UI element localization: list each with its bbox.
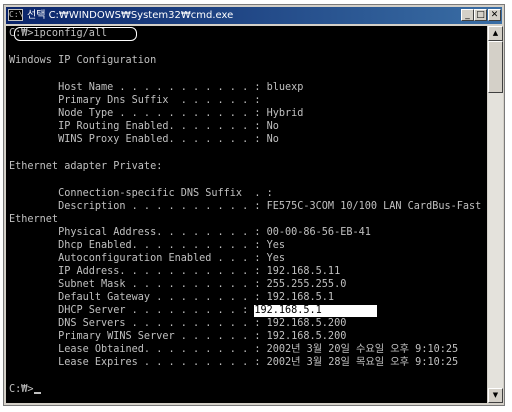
vertical-scrollbar[interactable]: ▲ ▼ bbox=[488, 26, 503, 403]
console-output[interactable]: C:₩>ipconfig/all Windows IP Configuratio… bbox=[6, 26, 487, 403]
console-line: Host Name . . . . . . . . . . . : bluexp bbox=[9, 82, 304, 93]
console-line: Dhcp Enabled. . . . . . . . . . : Yes bbox=[9, 240, 286, 251]
close-button[interactable]: ✕ bbox=[488, 9, 501, 21]
console-line: Lease Expires . . . . . . . . . : 2002년 … bbox=[9, 357, 459, 368]
minimize-button[interactable]: _ bbox=[461, 9, 474, 21]
arrow-up-icon: ▲ bbox=[492, 29, 499, 37]
close-icon: ✕ bbox=[490, 10, 499, 20]
console-line: Ethernet adapter Private: bbox=[9, 161, 163, 172]
console-line: IP Routing Enabled. . . . . . . : No bbox=[9, 121, 279, 132]
scrollbar-thumb[interactable] bbox=[488, 41, 503, 93]
console-line: WINS Proxy Enabled. . . . . . . : No bbox=[9, 134, 279, 145]
scroll-down-button[interactable]: ▼ bbox=[488, 388, 503, 403]
final-prompt-line: C:₩> bbox=[9, 383, 41, 396]
console-line: Default Gateway . . . . . . . . : 192.16… bbox=[9, 292, 335, 303]
window-title: 선택 C:₩WINDOWS₩System32₩cmd.exe bbox=[27, 10, 234, 21]
console-line: Subnet Mask . . . . . . . . . . : 255.25… bbox=[9, 279, 347, 290]
console-line: Primary Dns Suffix . . . . . . : bbox=[9, 95, 261, 106]
console-line: Lease Obtained. . . . . . . . . : 2002년 … bbox=[9, 344, 459, 355]
dhcp-server-line: DHCP Server . . . . . . . . . : 192.168.… bbox=[9, 304, 378, 317]
console-line: DNS Servers . . . . . . . . . . : 192.16… bbox=[9, 318, 347, 329]
scroll-up-button[interactable]: ▲ bbox=[488, 26, 503, 41]
console-line: Physical Address. . . . . . . . : 00-00-… bbox=[9, 227, 371, 238]
dhcp-server-label: DHCP Server . . . . . . . . . : bbox=[9, 305, 255, 316]
text-cursor bbox=[33, 392, 41, 394]
console-line: Ethernet bbox=[9, 214, 59, 225]
console-line: Windows IP Configuration bbox=[9, 55, 157, 66]
final-prompt: C:₩> bbox=[9, 384, 34, 395]
console-line: Node Type . . . . . . . . . . . : Hybrid bbox=[9, 108, 304, 119]
cmd-app-icon[interactable]: C:\ bbox=[8, 9, 23, 21]
arrow-down-icon: ▼ bbox=[492, 391, 499, 399]
console-line: Autoconfiguration Enabled . . . : Yes bbox=[9, 253, 286, 264]
console-line: IP Address. . . . . . . . . . . : 192.16… bbox=[9, 266, 341, 277]
console-line: Connection-specific DNS Suffix . : bbox=[9, 188, 273, 199]
command-prompt-line: C:₩>ipconfig/all bbox=[9, 28, 108, 39]
dhcp-server-value-selected[interactable]: 192.168.5.1 bbox=[254, 305, 378, 317]
minimize-icon: _ bbox=[465, 10, 470, 20]
title-bar[interactable]: C:\ 선택 C:₩WINDOWS₩System32₩cmd.exe _ □ ✕ bbox=[6, 7, 502, 24]
console-line: Primary WINS Server . . . . . . : 192.16… bbox=[9, 331, 347, 342]
maximize-icon: □ bbox=[476, 10, 485, 20]
maximize-button[interactable]: □ bbox=[474, 9, 487, 21]
console-line: Description . . . . . . . . . . : FE575C… bbox=[9, 201, 482, 212]
cmd-window: C:\ 선택 C:₩WINDOWS₩System32₩cmd.exe _ □ ✕… bbox=[3, 4, 505, 406]
